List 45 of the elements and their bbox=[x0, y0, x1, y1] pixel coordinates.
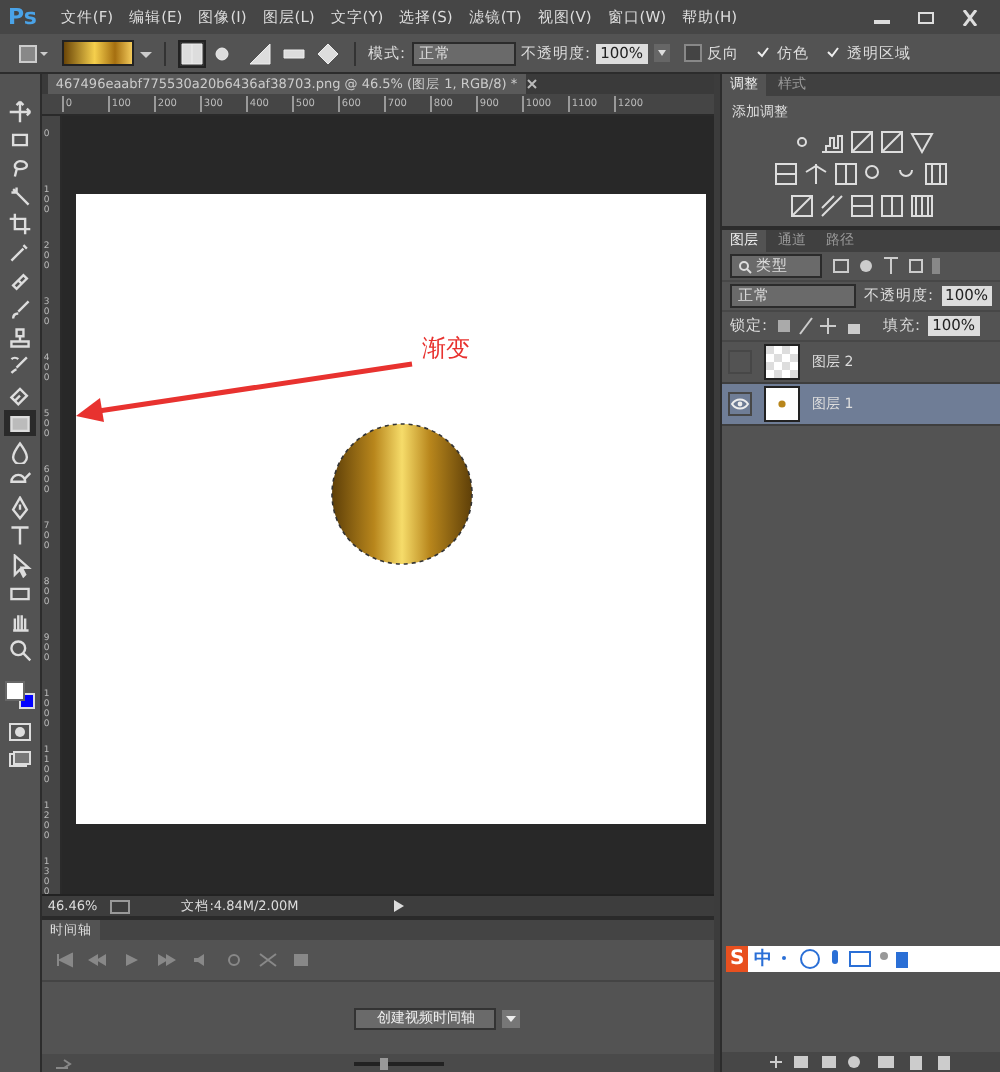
close-icon[interactable] bbox=[960, 9, 980, 25]
adjustment-icon[interactable] bbox=[804, 162, 828, 186]
annotation-text: 渐变 bbox=[421, 332, 470, 366]
color-swatches-icon[interactable] bbox=[3, 677, 36, 714]
convert-icon[interactable] bbox=[53, 1057, 74, 1069]
ime-mode[interactable]: 中 bbox=[754, 946, 773, 972]
gradient-tool-icon[interactable] bbox=[3, 410, 36, 437]
checkbox[interactable] bbox=[823, 44, 842, 62]
lock-icons[interactable] bbox=[775, 316, 864, 336]
slider-thumb[interactable] bbox=[380, 1057, 389, 1069]
checkbox[interactable] bbox=[683, 44, 702, 62]
layer-thumbnail bbox=[764, 386, 801, 422]
adjustment-icon[interactable] bbox=[819, 194, 843, 218]
adjustment-icon[interactable] bbox=[834, 162, 858, 186]
close-icon[interactable] bbox=[525, 78, 538, 90]
layer-thumbnail bbox=[764, 344, 801, 380]
linear-gradient-icon bbox=[180, 41, 204, 65]
filter-icons[interactable] bbox=[830, 256, 943, 276]
eye-icon[interactable] bbox=[728, 392, 753, 416]
adjustment-icon[interactable] bbox=[924, 162, 948, 186]
screen-mode-icon[interactable] bbox=[7, 750, 32, 771]
search-icon bbox=[738, 259, 753, 273]
dropdown-icon[interactable] bbox=[502, 1009, 521, 1027]
adjustment-icon[interactable] bbox=[879, 130, 903, 154]
ime-logo[interactable]: S bbox=[726, 946, 749, 972]
adjustment-icon[interactable] bbox=[819, 130, 843, 154]
maximize-icon[interactable] bbox=[916, 9, 936, 25]
ime-tools-icons[interactable] bbox=[778, 948, 911, 970]
diamond-gradient-button[interactable] bbox=[314, 39, 342, 67]
gradient-tool-icon[interactable] bbox=[16, 41, 48, 65]
adjustment-icon[interactable] bbox=[849, 130, 873, 154]
checkbox[interactable] bbox=[753, 44, 772, 62]
angle-gradient-button[interactable] bbox=[246, 39, 274, 67]
adjustment-icon[interactable] bbox=[774, 162, 798, 186]
quick-mask-icon[interactable] bbox=[7, 721, 32, 742]
adjustment-icon[interactable] bbox=[909, 130, 933, 154]
diamond-gradient-icon bbox=[316, 41, 340, 65]
adjustment-icon[interactable] bbox=[849, 194, 873, 218]
adjustment-icon[interactable] bbox=[789, 194, 813, 218]
adjustment-icon[interactable] bbox=[879, 194, 903, 218]
gradient-swatch[interactable] bbox=[62, 40, 134, 66]
linear-gradient-button[interactable] bbox=[178, 39, 206, 67]
angle-gradient-icon bbox=[248, 41, 272, 65]
adjustment-icon[interactable] bbox=[909, 194, 933, 218]
dropdown-icon[interactable] bbox=[653, 44, 670, 62]
